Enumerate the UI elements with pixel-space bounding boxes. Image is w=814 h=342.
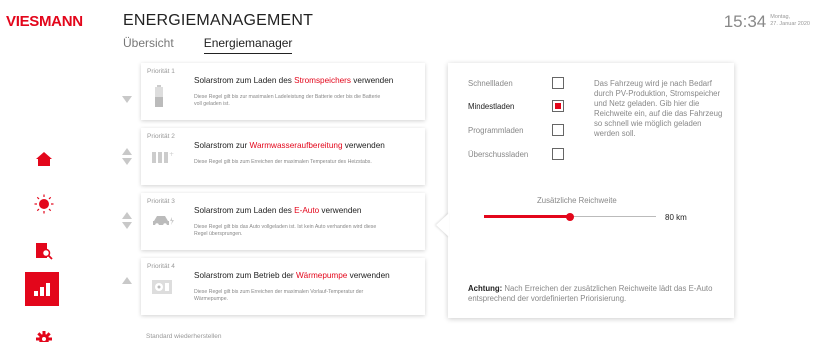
priority-title: Solarstrom zur Warmwasseraufbereitung ve… — [194, 141, 385, 150]
option-label: Mindestladen — [468, 101, 515, 111]
option-mindestladen[interactable]: Mindestladen — [468, 100, 564, 112]
priority-1-arrows — [122, 96, 134, 103]
option-label: Überschussladen — [468, 149, 529, 159]
priority-label: Priorität 3 — [147, 198, 175, 205]
priority-description: Diese Regel gilt bis zur maximalen Ladel… — [194, 94, 381, 107]
nav-item-reports[interactable] — [25, 237, 63, 265]
charging-options-panel: Schnellladen Mindestladen Programmladen … — [448, 63, 734, 318]
car-icon — [153, 216, 174, 227]
tab-energy-manager[interactable]: Energiemanager — [203, 36, 293, 54]
move-up-arrow[interactable] — [122, 212, 132, 219]
clock-day: Montag, — [770, 14, 791, 20]
option-checkbox[interactable] — [552, 148, 564, 160]
move-up-arrow[interactable] — [122, 277, 132, 284]
option-label: Programmladen — [468, 125, 524, 135]
priority-card-3[interactable]: Priorität 3 Solarstrom zum Laden des E-A… — [141, 193, 425, 250]
range-slider[interactable] — [484, 213, 656, 221]
move-down-arrow[interactable] — [122, 158, 132, 165]
reset-defaults-link[interactable]: Standard wiederherstellen — [146, 333, 222, 340]
option-ueberschussladen[interactable]: Überschussladen — [468, 148, 564, 160]
option-checkbox[interactable] — [552, 77, 564, 89]
priority-card-2[interactable]: Priorität 2 + Solarstrom zur Warmwassera… — [141, 128, 425, 185]
priority-label: Priorität 4 — [147, 263, 175, 270]
option-label: Schnellladen — [468, 78, 513, 88]
report-icon — [36, 243, 53, 260]
slider-thumb[interactable] — [566, 213, 574, 221]
priority-2-arrows — [122, 148, 134, 165]
clock: 15:34 Montag, 27. Januar 2020 — [724, 12, 810, 32]
nav-item-home[interactable] — [25, 145, 63, 173]
priority-description: Diese Regel gilt bis zum Erreichen der m… — [194, 159, 372, 165]
priority-title: Solarstrom zum Betrieb der Wärmepumpe ve… — [194, 271, 390, 280]
nav-item-solar[interactable] — [25, 190, 63, 218]
heatpump-icon — [152, 280, 172, 294]
priority-title: Solarstrom zum Laden des Stromspeichers … — [194, 76, 394, 85]
move-down-arrow[interactable] — [122, 96, 132, 103]
home-icon — [36, 152, 52, 166]
slider-fill — [484, 215, 570, 218]
nav-item-energy[interactable] — [25, 272, 59, 306]
range-value: 80 km — [665, 213, 687, 222]
tab-bar: Übersicht Energiemanager — [123, 36, 293, 54]
move-up-arrow[interactable] — [122, 148, 132, 155]
option-checkbox[interactable] — [552, 100, 564, 112]
option-info-text: Das Fahrzeug wird je nach Bedarf durch P… — [594, 79, 723, 138]
priority-label: Priorität 2 — [147, 133, 175, 140]
option-schnellladen[interactable]: Schnellladen — [468, 77, 564, 89]
page-title: ENERGIEMANAGEMENT — [123, 12, 314, 29]
sun-icon — [34, 194, 54, 214]
priority-3-arrows — [122, 212, 134, 229]
viessmann-logo: VIESMANN — [6, 13, 83, 30]
svg-text:+: + — [169, 151, 174, 158]
priority-description: Diese Regel gilt bis das Auto vollgelade… — [194, 224, 377, 237]
panel-pointer — [436, 213, 449, 237]
gear-icon — [36, 331, 52, 342]
tab-overview[interactable]: Übersicht — [123, 36, 174, 54]
nav-item-settings[interactable] — [25, 325, 63, 342]
priority-card-1[interactable]: Priorität 1 Solarstrom zum Laden des Str… — [141, 63, 425, 120]
priority-card-4[interactable]: Priorität 4 Solarstrom zum Betrieb der W… — [141, 258, 425, 315]
move-down-arrow[interactable] — [122, 222, 132, 229]
priority-title: Solarstrom zum Laden des E-Auto verwende… — [194, 206, 362, 215]
option-checkbox[interactable] — [552, 124, 564, 136]
clock-full-date: 27. Januar 2020 — [770, 21, 810, 27]
clock-date: Montag, 27. Januar 2020 — [770, 14, 810, 28]
priority-4-arrows — [122, 277, 134, 287]
priority-description: Diese Regel gilt bis zum Erreichen der m… — [194, 289, 364, 302]
energy-icon — [34, 283, 50, 296]
priority-label: Priorität 1 — [147, 68, 175, 75]
range-label: Zusätzliche Reichweite — [537, 196, 617, 205]
battery-icon — [155, 85, 163, 107]
heater-icon: + — [152, 151, 174, 163]
warning-note: Achtung: Nach Erreichen der zusätzlichen… — [468, 284, 713, 303]
clock-time: 15:34 — [723, 12, 767, 31]
option-programmladen[interactable]: Programmladen — [468, 124, 564, 136]
